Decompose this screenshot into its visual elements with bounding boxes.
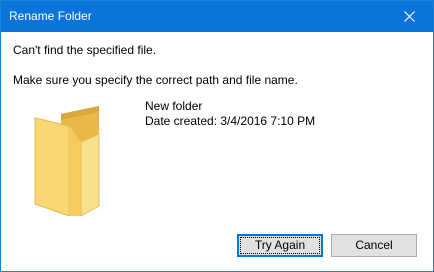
folder-icon [34,106,100,216]
window-title: Rename Folder [9,9,92,23]
dialog-content: Can't find the specified file. Make sure… [1,32,433,271]
rename-folder-dialog: Rename Folder Can't find the specified f… [0,0,434,272]
error-message: Can't find the specified file. [13,43,157,57]
error-hint: Make sure you specify the correct path a… [13,73,298,87]
title-bar[interactable]: Rename Folder [1,1,433,32]
try-again-button[interactable]: Try Again [237,234,323,257]
close-icon [404,11,415,22]
focus-rectangle [240,237,320,254]
folder-date-created: Date created: 3/4/2016 7:10 PM [145,114,316,128]
cancel-button[interactable]: Cancel [331,234,417,257]
close-button[interactable] [387,1,433,32]
cancel-label: Cancel [355,238,393,252]
folder-name: New folder [145,99,203,113]
